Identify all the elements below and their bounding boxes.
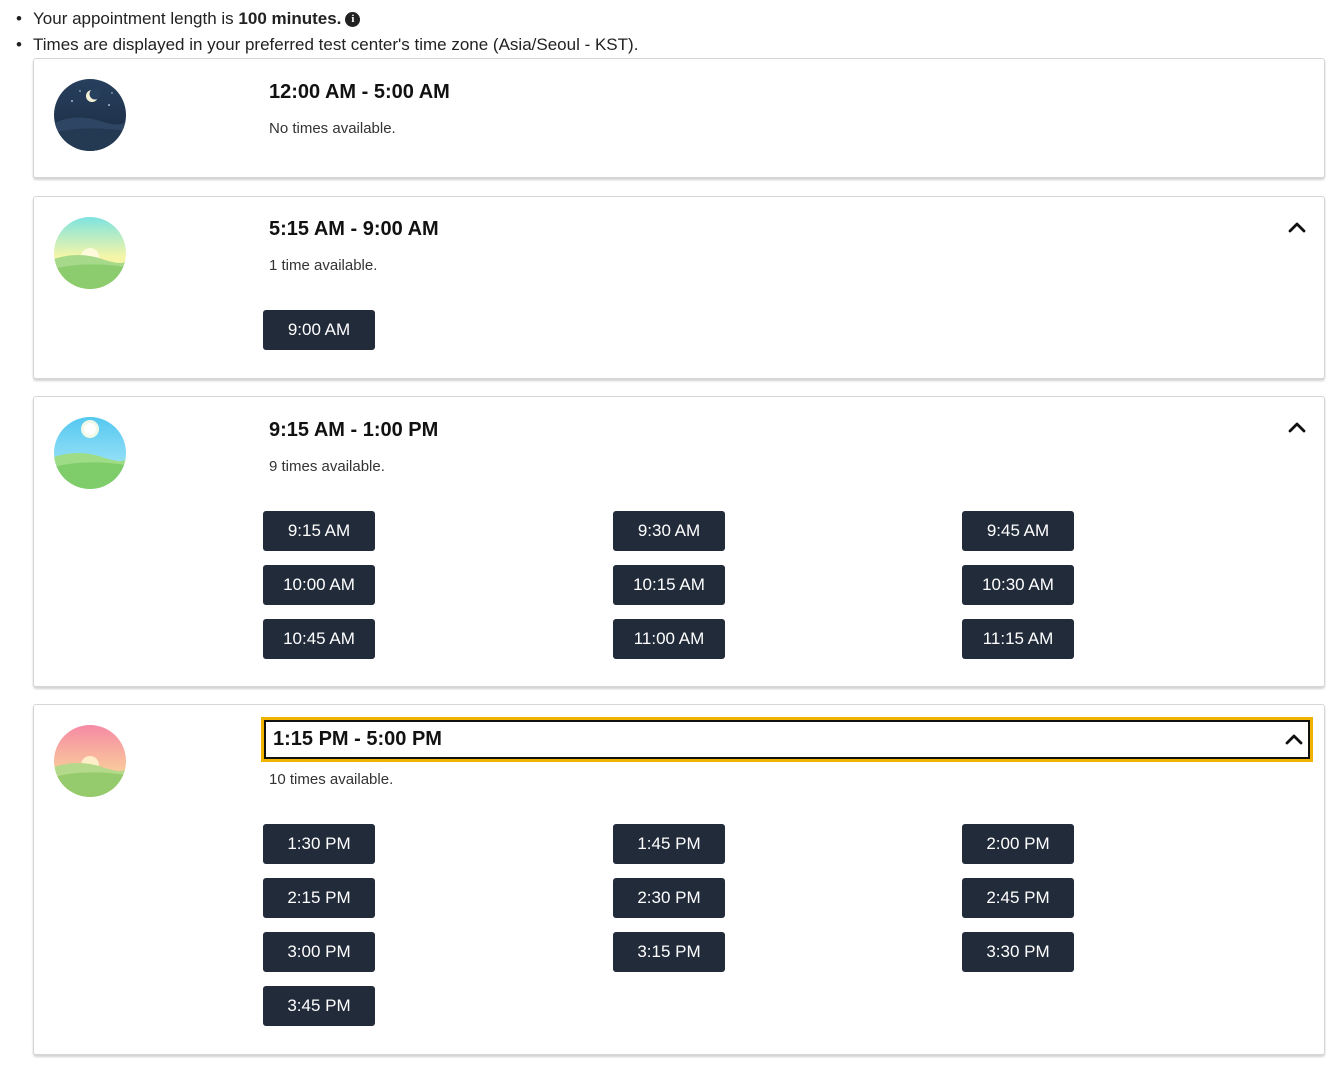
info-icon[interactable]: i: [345, 12, 361, 28]
time-slot-button[interactable]: 3:30 PM: [962, 932, 1074, 972]
time-range-header-toggle[interactable]: 1:15 PM - 5:00 PM: [261, 717, 1313, 762]
collapse-chevron-up-icon[interactable]: [1283, 728, 1305, 750]
time-range-card-afternoon: 1:15 PM - 5:00 PM 10 times available. 1:…: [33, 704, 1325, 1055]
sunrise-icon: [54, 217, 126, 289]
time-slot-button[interactable]: 10:45 AM: [263, 619, 375, 659]
time-slot-button[interactable]: 1:30 PM: [263, 824, 375, 864]
time-slot-button[interactable]: 2:30 PM: [613, 878, 725, 918]
time-slot-button[interactable]: 1:45 PM: [613, 824, 725, 864]
appointment-length-value: 100 minutes.: [238, 9, 342, 28]
availability-text: 10 times available.: [269, 771, 394, 788]
time-slot-button[interactable]: 10:15 AM: [613, 565, 725, 605]
time-range-title: 5:15 AM - 9:00 AM: [269, 218, 439, 240]
time-range-card-night: 12:00 AM - 5:00 AM No times available.: [33, 58, 1325, 178]
time-slot-button[interactable]: 2:00 PM: [962, 824, 1074, 864]
time-range-title: 12:00 AM - 5:00 AM: [269, 81, 450, 103]
time-range-title: 9:15 AM - 1:00 PM: [269, 419, 439, 441]
collapse-chevron-up-icon[interactable]: [1286, 216, 1308, 238]
time-slot-button[interactable]: 11:00 AM: [613, 619, 725, 659]
time-slot-button[interactable]: 2:15 PM: [263, 878, 375, 918]
appointment-length-note: • Your appointment length is 100 minutes.…: [16, 9, 361, 29]
availability-text: 9 times available.: [269, 458, 385, 475]
timezone-note: • Times are displayed in your preferred t…: [16, 35, 638, 55]
midday-sun-icon: [54, 417, 126, 489]
time-slot-button[interactable]: 3:45 PM: [263, 986, 375, 1026]
time-range-card-late-morning: 9:15 AM - 1:00 PM 9 times available. 9:1…: [33, 396, 1325, 687]
bullet: •: [16, 35, 22, 54]
time-slot-button[interactable]: 9:00 AM: [263, 310, 375, 350]
time-slot-button[interactable]: 11:15 AM: [962, 619, 1074, 659]
time-range-card-early-morning: 5:15 AM - 9:00 AM 1 time available. 9:00…: [33, 196, 1325, 379]
sunset-icon: [54, 725, 126, 797]
time-slot-button[interactable]: 10:30 AM: [962, 565, 1074, 605]
time-slot-button[interactable]: 3:15 PM: [613, 932, 725, 972]
bullet: •: [16, 9, 22, 28]
appointment-length-label: Your appointment length is: [33, 9, 239, 28]
timezone-text: Times are displayed in your preferred te…: [33, 35, 639, 54]
time-slot-button[interactable]: 9:15 AM: [263, 511, 375, 551]
night-moon-icon: [54, 79, 126, 151]
time-slot-button[interactable]: 2:45 PM: [962, 878, 1074, 918]
time-slot-button[interactable]: 9:45 AM: [962, 511, 1074, 551]
availability-text: 1 time available.: [269, 257, 378, 274]
collapse-chevron-up-icon[interactable]: [1286, 416, 1308, 438]
time-slot-button[interactable]: 9:30 AM: [613, 511, 725, 551]
availability-text: No times available.: [269, 120, 396, 137]
time-range-title: 1:15 PM - 5:00 PM: [273, 728, 442, 750]
time-slot-button[interactable]: 3:00 PM: [263, 932, 375, 972]
time-slot-button[interactable]: 10:00 AM: [263, 565, 375, 605]
